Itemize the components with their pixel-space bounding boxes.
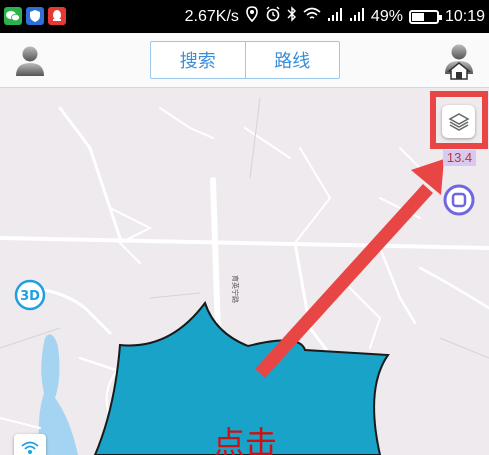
fullscreen-button[interactable] bbox=[443, 184, 475, 216]
battery-icon bbox=[408, 9, 442, 24]
layers-button[interactable] bbox=[442, 105, 475, 138]
bluetooth-icon bbox=[287, 6, 297, 27]
signal-icon bbox=[327, 7, 343, 26]
red-arrow bbox=[255, 159, 444, 378]
status-bar: 2.67K/s 49% 10:19 bbox=[0, 0, 489, 33]
signal-icon-2 bbox=[349, 7, 365, 26]
map-view[interactable]: 13.4 3D 育英宁路 bbox=[0, 88, 489, 455]
alarm-icon bbox=[265, 6, 281, 27]
zoom-level-label: 13.4 bbox=[443, 150, 476, 166]
search-route-toggle: 搜索 路线 bbox=[150, 41, 340, 79]
square-circle-icon bbox=[443, 184, 475, 216]
traffic-button[interactable] bbox=[14, 434, 46, 455]
callout-text: 点击 bbox=[212, 424, 277, 455]
road-label: 育英宁路 bbox=[231, 275, 239, 303]
user-home-icon[interactable] bbox=[441, 41, 479, 81]
3d-button[interactable]: 3D bbox=[14, 279, 46, 311]
clock: 10:19 bbox=[444, 7, 485, 25]
qq-icon bbox=[48, 7, 66, 25]
3d-icon: 3D bbox=[14, 279, 46, 311]
app-header: 搜索 路线 bbox=[0, 33, 489, 88]
tab-search[interactable]: 搜索 bbox=[151, 42, 245, 78]
network-speed: 2.67K/s bbox=[184, 7, 239, 25]
layers-icon bbox=[447, 112, 470, 131]
wechat-icon bbox=[4, 7, 22, 25]
location-icon bbox=[245, 6, 259, 27]
3d-label: 3D bbox=[20, 289, 40, 304]
user-avatar-icon[interactable] bbox=[12, 43, 48, 79]
shield-app-icon bbox=[26, 7, 44, 25]
battery-level bbox=[411, 12, 424, 21]
map-roads bbox=[0, 91, 489, 455]
battery-percent: 49% bbox=[370, 7, 403, 25]
tab-route[interactable]: 路线 bbox=[244, 42, 340, 78]
wifi-icon bbox=[303, 6, 321, 27]
signal-waves-icon bbox=[21, 441, 39, 454]
